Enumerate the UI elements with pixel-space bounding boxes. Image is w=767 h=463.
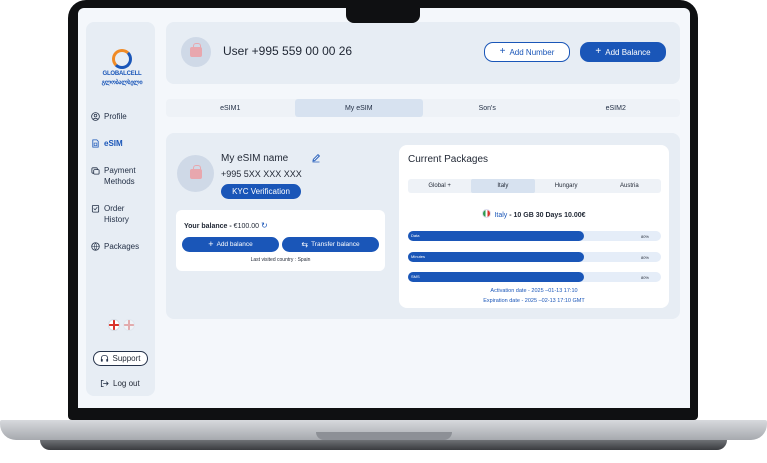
usage-bar-fill bbox=[408, 272, 585, 282]
transfer-balance-button[interactable]: ⇆ Transfer balance bbox=[282, 237, 379, 252]
transfer-balance-label: Transfer balance bbox=[311, 241, 360, 248]
sim-card-icon bbox=[190, 43, 202, 57]
usage-bar-percent: 80% bbox=[640, 255, 649, 260]
header-bar: User +995 559 00 00 26 + Add Number + Ad… bbox=[166, 22, 680, 84]
language-switcher bbox=[108, 319, 135, 331]
sidebar-item-label: Profile bbox=[104, 112, 127, 121]
esim-tabs: eSIM1 My eSIM Son's eSIM2 bbox=[166, 99, 680, 117]
plus-icon: + bbox=[208, 239, 214, 249]
add-number-label: Add Number bbox=[509, 47, 555, 57]
logo-text-ka: გლობალსელი bbox=[101, 80, 143, 86]
sim-icon bbox=[92, 139, 99, 148]
page-title: User +995 559 00 00 26 bbox=[223, 44, 353, 58]
usage-bar-label: Minutes bbox=[411, 254, 426, 259]
tab-my-esim[interactable]: My eSIM bbox=[294, 99, 423, 117]
usage-bar-percent: 80% bbox=[640, 234, 649, 239]
avatar bbox=[181, 37, 211, 67]
sidebar-item-label: Packages bbox=[104, 242, 140, 251]
tab-esim2[interactable]: eSIM2 bbox=[552, 99, 681, 117]
sidebar-item-packages[interactable]: Packages bbox=[91, 241, 139, 252]
logout-button[interactable]: Log out bbox=[100, 379, 140, 388]
tab-sons[interactable]: Son's bbox=[423, 99, 552, 117]
usage-bar-minutes: Minutes 80% bbox=[408, 252, 661, 262]
tab-global-plus[interactable]: Global + bbox=[408, 179, 471, 193]
plus-icon: + bbox=[499, 46, 506, 57]
packages-icon bbox=[91, 242, 100, 251]
package-offer: Italy - 10 GB 30 Days 10.00€ bbox=[399, 209, 669, 219]
tab-italy[interactable]: Italy bbox=[471, 179, 535, 193]
transfer-icon: ⇆ bbox=[301, 239, 309, 249]
sidebar-item-payment-methods[interactable]: Payment Methods bbox=[91, 165, 136, 187]
order-history-icon bbox=[91, 204, 100, 213]
logo-text-en: GLOBALCELL bbox=[102, 71, 142, 77]
usage-bar-data: Data 80% bbox=[408, 231, 661, 241]
package-details: - 10 GB 30 Days 10.00€ bbox=[507, 212, 586, 219]
usage-bar-label: Data bbox=[411, 233, 420, 238]
payment-icon bbox=[91, 167, 100, 175]
esim-name: My eSIM name bbox=[221, 153, 289, 164]
esim-phone-number: +995 5XX XXX XXX bbox=[221, 169, 302, 179]
sim-card-icon bbox=[189, 164, 202, 179]
tab-esim1[interactable]: eSIM1 bbox=[166, 99, 295, 117]
add-balance-label: Add Balance bbox=[605, 47, 651, 57]
activation-date: Activation date - 2025 –01-13 17:10 bbox=[490, 288, 578, 294]
logout-label: Log out bbox=[113, 379, 140, 388]
sidebar-item-label: eSIM bbox=[104, 139, 123, 148]
sidebar: GLOBALCELL გლობალსელი Profile eSIM Payme… bbox=[86, 22, 155, 396]
camera-notch bbox=[346, 5, 420, 23]
brand-logo[interactable]: GLOBALCELL გლობალსელი bbox=[96, 49, 148, 86]
laptop-foot bbox=[40, 440, 727, 450]
english-flag-icon[interactable] bbox=[123, 319, 135, 331]
sidebar-item-label: Payment Methods bbox=[104, 166, 136, 186]
refresh-icon[interactable]: ↻ bbox=[261, 221, 268, 230]
add-balance-small-button[interactable]: + Add balance bbox=[182, 237, 279, 252]
support-button[interactable]: Support bbox=[93, 351, 148, 366]
sidebar-item-profile[interactable]: Profile bbox=[91, 111, 127, 122]
sidebar-item-label: Order History bbox=[104, 204, 129, 224]
balance-card: Your balance - €100.00 ↻ + Add balance ⇆… bbox=[176, 210, 385, 271]
balance-label: Your balance - bbox=[184, 223, 232, 230]
balance-value: €100.00 bbox=[233, 223, 259, 230]
usage-bar-percent: 80% bbox=[640, 275, 649, 280]
logout-icon bbox=[100, 379, 109, 388]
italy-flag-icon bbox=[482, 209, 492, 218]
esim-avatar bbox=[177, 155, 214, 192]
edit-icon[interactable] bbox=[311, 153, 321, 163]
usage-bar-label: SMS bbox=[411, 274, 420, 279]
add-balance-button[interactable]: + Add Balance bbox=[580, 42, 666, 62]
current-packages-card: Current Packages Global + Italy Hungary … bbox=[399, 145, 669, 308]
georgian-flag-icon[interactable] bbox=[108, 319, 120, 331]
plus-icon: + bbox=[595, 46, 602, 57]
kyc-verification-button[interactable]: KYC Verification bbox=[221, 184, 301, 199]
usage-bar-fill bbox=[408, 252, 585, 262]
sidebar-item-order-history[interactable]: Order History bbox=[91, 203, 129, 225]
balance-line: Your balance - €100.00 ↻ bbox=[184, 221, 268, 230]
add-balance-small-label: Add balance bbox=[216, 241, 253, 248]
sidebar-item-esim[interactable]: eSIM bbox=[91, 138, 123, 149]
tab-hungary[interactable]: Hungary bbox=[535, 179, 598, 193]
laptop-lip bbox=[316, 432, 452, 440]
user-icon bbox=[91, 112, 100, 121]
packages-title: Current Packages bbox=[408, 154, 489, 165]
country-tabs: Global + Italy Hungary Austria bbox=[408, 179, 661, 193]
app-screen: GLOBALCELL გლობალსელი Profile eSIM Payme… bbox=[78, 8, 690, 408]
logo-icon bbox=[112, 49, 132, 69]
usage-bar-fill bbox=[408, 231, 585, 241]
support-label: Support bbox=[112, 354, 141, 363]
package-country: Italy bbox=[494, 212, 508, 219]
last-visited-country: Last visited country : Spain bbox=[250, 257, 311, 263]
add-number-button[interactable]: + Add Number bbox=[484, 42, 570, 62]
headset-icon bbox=[101, 354, 109, 362]
expiration-date: Expiration date - 2025 –02-13 17:10 GMT bbox=[483, 298, 585, 304]
laptop-frame: GLOBALCELL გლობალსელი Profile eSIM Payme… bbox=[0, 0, 767, 463]
usage-bar-sms: SMS 80% bbox=[408, 272, 661, 282]
tab-austria[interactable]: Austria bbox=[598, 179, 661, 193]
